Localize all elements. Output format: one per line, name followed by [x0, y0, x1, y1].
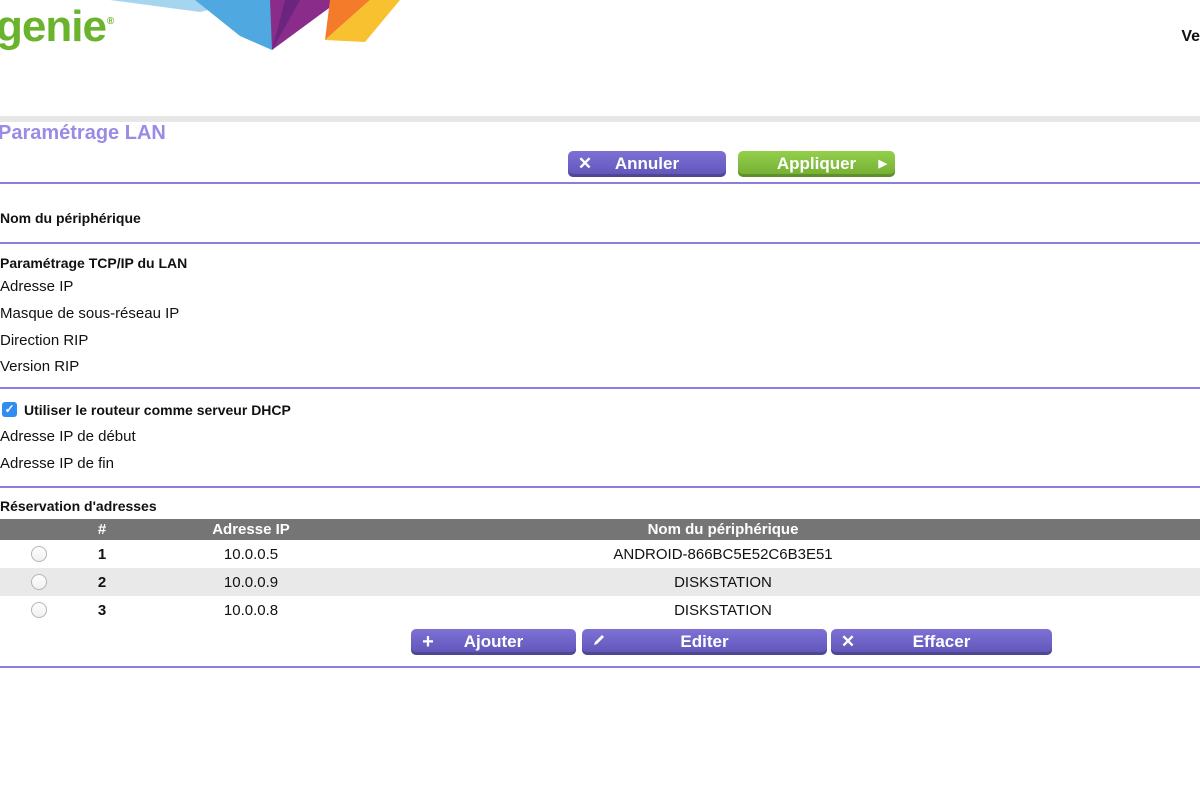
table-row[interactable]: 3 10.0.0.8 DISKSTATION: [0, 596, 1200, 624]
column-header-device-name: Nom du périphérique: [647, 521, 799, 538]
header-divider: [0, 116, 1200, 122]
section-divider: [0, 666, 1200, 668]
rip-direction-label: Direction RIP: [0, 332, 89, 349]
dhcp-server-checkbox-label: Utiliser le routeur comme serveur DHCP: [24, 402, 291, 418]
delete-reservation-button[interactable]: ✕ Effacer: [831, 629, 1052, 655]
tcpip-section-title: Paramétrage TCP/IP du LAN: [0, 255, 188, 271]
ip-address-label: Adresse IP: [0, 278, 74, 295]
close-icon: ✕: [577, 154, 593, 173]
reservation-section-title: Réservation d'adresses: [0, 498, 157, 514]
section-divider: [0, 182, 1200, 184]
edit-button-label: Editer: [680, 632, 729, 651]
column-header-ip-address: Adresse IP: [212, 521, 290, 538]
add-reservation-button[interactable]: + Ajouter: [411, 629, 576, 655]
header-right-text: Ve: [1181, 28, 1200, 45]
reservation-table-header: # Adresse IP Nom du périphérique: [0, 519, 1200, 540]
logo-registered-mark: ®: [106, 16, 114, 27]
table-row[interactable]: 1 10.0.0.5 ANDROID-866BC5E52C6B3E51: [0, 540, 1200, 568]
subnet-mask-label: Masque de sous-réseau IP: [0, 305, 180, 322]
logo-text: genie: [0, 2, 107, 51]
row-select-radio[interactable]: [31, 574, 47, 590]
plus-icon: +: [422, 631, 434, 653]
row-number: 2: [97, 573, 107, 591]
pencil-icon: [591, 633, 607, 651]
row-device-name: ANDROID-866BC5E52C6B3E51: [613, 545, 833, 563]
row-device-name: DISKSTATION: [674, 573, 772, 591]
column-header-number: #: [97, 521, 107, 538]
table-row[interactable]: 2 10.0.0.9 DISKSTATION: [0, 568, 1200, 596]
edit-reservation-button[interactable]: Editer: [582, 629, 827, 655]
header: genie® Ve: [0, 0, 1200, 115]
row-ip-address: 10.0.0.5: [223, 545, 279, 563]
page-title: Paramétrage LAN: [0, 122, 166, 144]
dhcp-end-ip-label: Adresse IP de fin: [0, 455, 114, 472]
row-device-name: DISKSTATION: [674, 601, 772, 619]
delete-button-label: Effacer: [912, 632, 971, 651]
logo: genie®: [0, 2, 114, 52]
checkmark-icon: ✓: [4, 402, 15, 416]
dhcp-server-checkbox[interactable]: ✓: [2, 402, 17, 417]
apply-button-label: Appliquer: [776, 154, 857, 173]
device-name-label: Nom du périphérique: [0, 210, 141, 226]
rip-version-label: Version RIP: [0, 358, 80, 375]
close-icon: ✕: [840, 632, 856, 651]
row-number: 1: [97, 545, 107, 563]
cancel-button[interactable]: ✕ Annuler: [568, 151, 726, 177]
row-select-radio[interactable]: [31, 602, 47, 618]
lan-settings-page: genie® Ve Paramétrage LAN ✕ Annuler Appl…: [0, 0, 1200, 806]
row-number: 3: [97, 601, 107, 619]
row-ip-address: 10.0.0.8: [223, 601, 279, 619]
arrow-right-icon: ▶: [878, 158, 887, 170]
section-divider: [0, 486, 1200, 488]
row-select-radio[interactable]: [31, 546, 47, 562]
dhcp-start-ip-label: Adresse IP de début: [0, 428, 136, 445]
row-ip-address: 10.0.0.9: [223, 573, 279, 591]
apply-button[interactable]: Appliquer ▶: [738, 151, 895, 177]
section-divider: [0, 242, 1200, 244]
section-divider: [0, 387, 1200, 389]
